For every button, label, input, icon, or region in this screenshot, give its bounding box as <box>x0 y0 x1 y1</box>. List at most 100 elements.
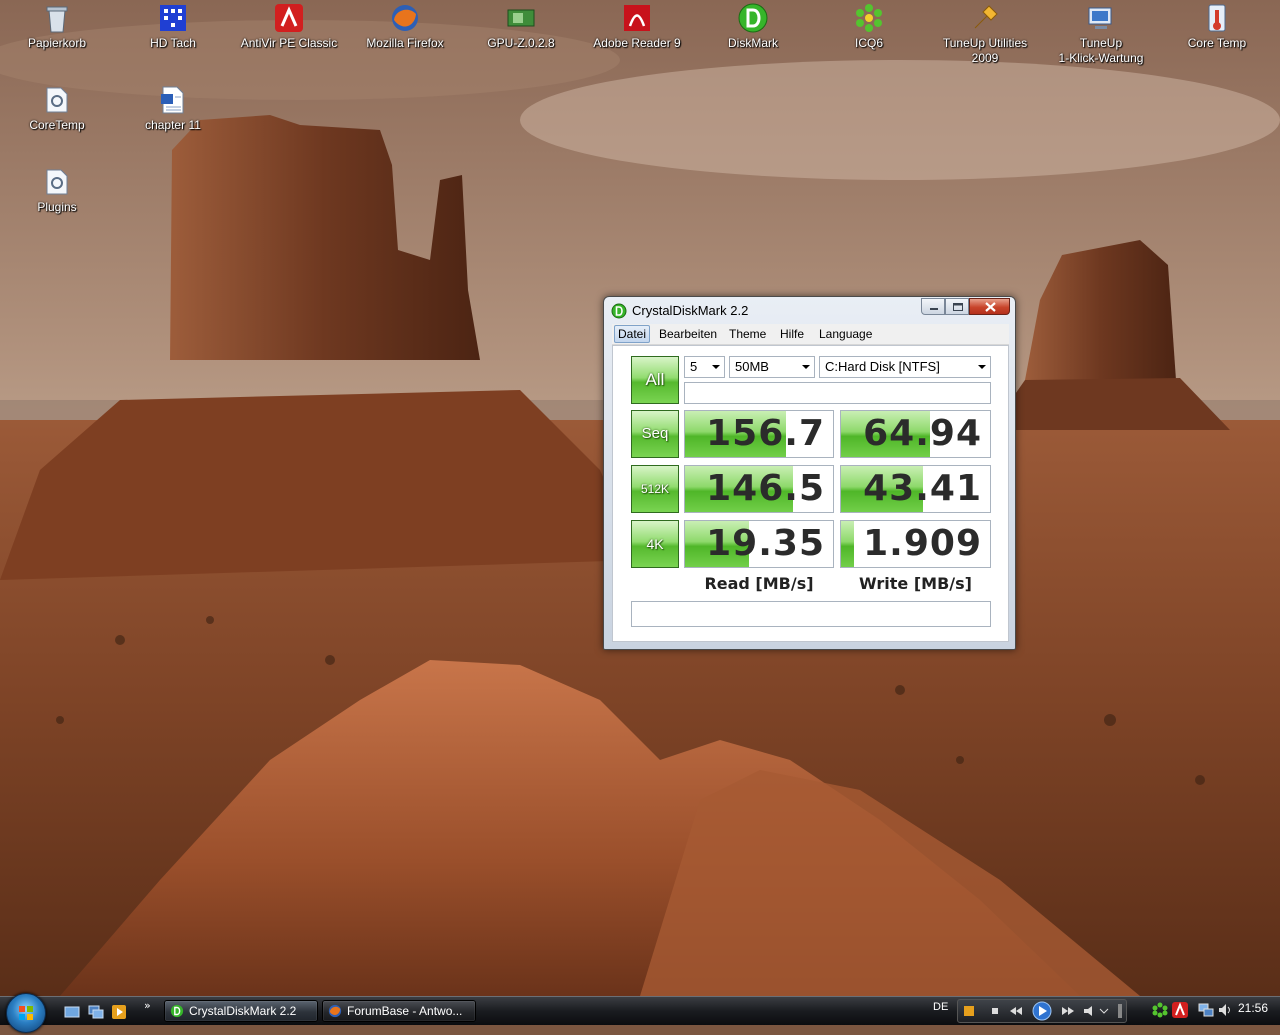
recycle-bin-icon <box>46 6 68 33</box>
run-seq-button[interactable]: Seq <box>631 410 679 458</box>
512k-read-value: 146.5 <box>706 468 825 509</box>
512k-write-value: 43.41 <box>863 468 982 509</box>
clock[interactable]: 21:56 <box>1238 1001 1268 1015</box>
desktop-icon-label: DiskMark <box>728 36 778 50</box>
test-size-select[interactable]: 50MB <box>729 356 815 378</box>
desktop-icon-recycle-bin[interactable]: Papierkorb <box>1 2 113 51</box>
start-button[interactable] <box>6 993 46 1033</box>
chevron-down-icon <box>802 365 810 369</box>
windows-logo-icon <box>19 1006 33 1020</box>
task-crystaldiskmark[interactable]: CrystalDiskMark 2.2 <box>164 1000 318 1022</box>
language-indicator[interactable]: DE <box>933 1001 948 1013</box>
core-temp-icon <box>1208 4 1226 32</box>
icq-icon <box>856 4 882 32</box>
menu-language[interactable]: Language <box>816 326 875 342</box>
crystaldiskmark-window[interactable]: CrystalDiskMark 2.2 Datei Bearbeiten The… <box>603 296 1016 650</box>
hd-tach-icon <box>160 5 186 31</box>
menu-hilfe[interactable]: Hilfe <box>777 326 807 342</box>
desktop-icon-label: AntiVir PE Classic <box>240 36 338 50</box>
desktop-icon-label: Adobe Reader 9 <box>593 36 681 50</box>
512k-write-result: 43.41 <box>840 465 991 513</box>
desktop-icon-label: Papierkorb <box>27 36 87 50</box>
desktop-icon-label: Core Temp <box>1187 36 1247 50</box>
desktop-icon-plugins[interactable]: Plugins <box>1 166 113 215</box>
desktop-icon-adobe-reader[interactable]: Adobe Reader 9 <box>581 2 693 51</box>
word-document-icon <box>161 86 184 114</box>
network-icon[interactable] <box>1198 1002 1214 1018</box>
volume-icon[interactable] <box>1217 1002 1233 1018</box>
desktop-icon-diskmark[interactable]: DiskMark <box>697 2 809 51</box>
media-player-icon[interactable] <box>111 1004 127 1020</box>
menu-theme[interactable]: Theme <box>726 326 769 342</box>
desktop-icon-antivir[interactable]: AntiVir PE Classic <box>233 2 345 51</box>
task-label: ForumBase - Antwo... <box>347 1004 463 1018</box>
task-forumbase[interactable]: ForumBase - Antwo... <box>322 1000 476 1022</box>
firefox-icon <box>392 5 418 31</box>
run-512k-button[interactable]: 512K <box>631 465 679 513</box>
media-player-toolbar[interactable] <box>957 999 1127 1023</box>
seq-write-value: 64.94 <box>863 413 982 454</box>
comment-field[interactable] <box>631 601 991 627</box>
run-all-button[interactable]: All <box>631 356 679 404</box>
maximize-button[interactable] <box>945 298 969 315</box>
maximize-icon <box>953 303 963 311</box>
desktop-icon-tuneup[interactable]: TuneUp Utilities 2009 <box>929 2 1041 66</box>
desktop-icon-label: Plugins <box>37 200 77 214</box>
desktop-icon-chapter-11[interactable]: chapter 11 <box>117 84 229 133</box>
folder-icon <box>46 169 68 195</box>
quick-launch-more-icon[interactable]: » <box>144 999 151 1012</box>
4k-read-result: 19.35 <box>684 520 834 568</box>
switch-windows-icon[interactable] <box>88 1004 104 1020</box>
desktop-icon-label: ICQ6 <box>854 36 883 50</box>
drive-select[interactable]: C:Hard Disk [NTFS] <box>819 356 991 378</box>
icq-tray-icon[interactable] <box>1152 1002 1168 1018</box>
adobe-reader-icon <box>624 5 650 31</box>
4k-write-bar <box>841 521 855 567</box>
desktop-icon-gpu-z[interactable]: GPU-Z.0.2.8 <box>465 2 577 51</box>
menu-bar: Datei Bearbeiten Theme Hilfe Language <box>612 324 1009 345</box>
status-field <box>684 382 991 404</box>
4k-write-result: 1.909 <box>840 520 991 568</box>
4k-write-value: 1.909 <box>863 523 982 564</box>
window-title: CrystalDiskMark 2.2 <box>632 303 749 318</box>
show-desktop-icon[interactable] <box>64 1004 80 1020</box>
diskmark-icon <box>170 1004 184 1018</box>
read-column-label: Read [MB/s] <box>704 574 814 593</box>
test-count-value: 5 <box>690 359 698 374</box>
menu-datei[interactable]: Datei <box>614 325 651 343</box>
task-label: CrystalDiskMark 2.2 <box>189 1004 297 1018</box>
benchmark-panel: All 5 50MB C:Hard Disk [NTFS] Seq 156.7 … <box>612 345 1009 642</box>
desktop-icon-label: GPU-Z.0.2.8 <box>487 36 555 50</box>
diskmark-icon <box>738 3 768 33</box>
write-column-label: Write [MB/s] <box>859 574 972 593</box>
close-button[interactable] <box>969 298 1010 315</box>
run-4k-button[interactable]: 4K <box>631 520 679 568</box>
desktop-icon-coretemp-folder[interactable]: CoreTemp <box>1 84 113 133</box>
minimize-icon <box>930 308 938 310</box>
diskmark-icon <box>611 303 627 319</box>
chevron-down-icon <box>978 365 986 369</box>
antivir-tray-icon[interactable] <box>1172 1002 1188 1018</box>
window-titlebar[interactable]: CrystalDiskMark 2.2 <box>604 297 1015 323</box>
tuneup-1click-icon <box>1088 7 1112 29</box>
desktop-icon-core-temp[interactable]: Core Temp <box>1161 2 1273 51</box>
menu-bearbeiten[interactable]: Bearbeiten <box>656 326 720 342</box>
desktop-icon-icq[interactable]: ICQ6 <box>813 2 925 51</box>
chevron-down-icon <box>712 365 720 369</box>
tuneup-icon <box>974 5 998 29</box>
test-size-value: 50MB <box>735 359 769 374</box>
seq-write-result: 64.94 <box>840 410 991 458</box>
desktop-icon-label: CoreTemp <box>29 118 85 132</box>
desktop-icon-label: TuneUp 1-Klick-Wartung <box>1058 36 1144 65</box>
test-count-select[interactable]: 5 <box>684 356 725 378</box>
firefox-icon <box>328 1004 342 1018</box>
desktop-icon-tuneup-1click[interactable]: TuneUp 1-Klick-Wartung <box>1045 2 1157 66</box>
close-icon <box>985 302 996 312</box>
minimize-button[interactable] <box>921 298 945 315</box>
seq-read-result: 156.7 <box>684 410 834 458</box>
desktop-icon-firefox[interactable]: Mozilla Firefox <box>349 2 461 51</box>
drive-value: C:Hard Disk [NTFS] <box>825 359 940 374</box>
512k-read-result: 146.5 <box>684 465 834 513</box>
desktop-icon-label: chapter 11 <box>145 118 201 132</box>
desktop-icon-hd-tach[interactable]: HD Tach <box>117 2 229 51</box>
